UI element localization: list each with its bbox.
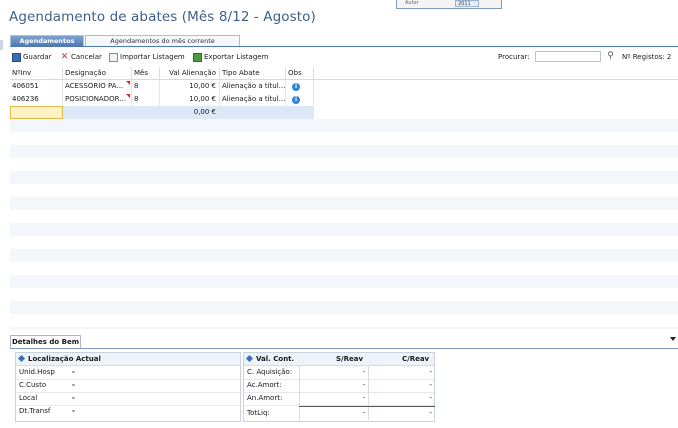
export-button[interactable]: Exportar Listagem — [193, 51, 268, 63]
cell-mes: 8 — [132, 80, 160, 93]
grid-header: NºInv Designação Mês Val Alienação Tipo … — [10, 67, 678, 80]
valor-label: C. Aquisição: — [247, 368, 293, 376]
valores-header: Val. Cont. S/Reav C/Reav — [244, 353, 434, 366]
page-title: Agendamento de abates (Mês 8/12 - Agosto… — [9, 9, 316, 25]
new-row[interactable]: 0,00 € — [10, 106, 314, 119]
save-label: Guardar — [23, 53, 52, 61]
col-header-val-alienacao[interactable]: Val Alienação — [160, 67, 220, 79]
detail-row: Dt.Transf - — [16, 405, 240, 418]
export-label: Exportar Listagem — [204, 53, 269, 61]
valor-c-reav: - — [429, 381, 432, 389]
valores-title: Val. Cont. — [256, 355, 295, 363]
background-window-fragment: Autor 2011 — [396, 0, 502, 9]
save-icon — [12, 52, 21, 62]
col-header-ninv[interactable]: NºInv — [10, 67, 63, 79]
cancel-icon: ✕ — [60, 51, 69, 62]
cell-mes: 8 — [132, 93, 160, 106]
valor-s-reav: - — [362, 381, 365, 389]
detail-label: Dt.Transf — [19, 407, 51, 415]
detail-label: Unid.Hosp — [19, 368, 55, 376]
cell-designacao: ACESSORIO PA... — [63, 80, 132, 93]
detail-row: Local - — [16, 392, 240, 406]
cell-val-alienacao: 10,00 € — [160, 93, 220, 106]
records-count-text: Nº Registos: 2 — [622, 53, 672, 61]
search-button[interactable]: ⚲ — [606, 52, 615, 61]
valor-label: An.Amort: — [247, 394, 283, 402]
detail-value: - — [72, 368, 75, 376]
col-header-c-reav: C/Reav — [402, 355, 430, 363]
valor-c-reav: - — [429, 368, 432, 376]
col-header-mes[interactable]: Mês — [132, 67, 160, 79]
cell-designacao-text: ACESSORIO PA... — [65, 82, 124, 90]
flag-icon — [126, 94, 130, 98]
detail-value: - — [72, 394, 75, 402]
search-input[interactable] — [535, 51, 601, 62]
valor-label: TotLiq: — [247, 409, 270, 417]
cell-designacao: POSICIONADOR... — [63, 93, 132, 106]
binoculars-icon: ⚲ — [607, 51, 614, 61]
cancel-button[interactable]: ✕ Cancelar — [60, 51, 102, 63]
diamond-icon — [245, 354, 254, 363]
cell-obs: i — [286, 80, 314, 93]
detail-label: Local — [19, 394, 38, 402]
window-edge — [0, 40, 3, 50]
valor-row: C. Aquisição: - - — [244, 366, 434, 380]
col-header-tipo-abate[interactable]: Tipo Abate — [220, 67, 286, 79]
diamond-icon — [17, 354, 26, 363]
col-header-designacao[interactable]: Designação — [63, 67, 132, 79]
cancel-label: Cancelar — [71, 53, 102, 61]
new-row-input-cell[interactable] — [10, 106, 63, 119]
detail-value: - — [72, 407, 75, 415]
detail-value: - — [72, 381, 75, 389]
valor-s-reav: - — [362, 368, 365, 376]
flag-icon — [126, 81, 130, 85]
detail-row: C.Custo - — [16, 379, 240, 393]
tab-detalhes-do-bem[interactable]: Detalhes do Bem — [10, 335, 81, 348]
fragment-right-field: 2011 — [455, 0, 479, 7]
collapse-chevron-icon[interactable] — [670, 337, 676, 341]
valor-c-reav: - — [429, 409, 432, 417]
table-row[interactable]: 406051 ACESSORIO PA... 8 10,00 € Alienaç… — [10, 80, 678, 93]
cell-ninv: 406051 — [10, 80, 63, 93]
cell-val-alienacao: 10,00 € — [160, 80, 220, 93]
localizacao-title: Localização Actual — [28, 355, 101, 363]
tab-underline — [10, 46, 678, 47]
agendamentos-grid: NºInv Designação Mês Val Alienação Tipo … — [10, 67, 678, 329]
valor-row: TotLiq: - - — [244, 407, 434, 420]
export-icon — [193, 52, 202, 62]
save-button[interactable]: Guardar — [12, 51, 52, 63]
cell-obs: i — [286, 93, 314, 106]
tab-agendamentos-mes-corrente[interactable]: Agendamentos do mês corrente — [85, 35, 240, 46]
valores-panel: Val. Cont. S/Reav C/Reav C. Aquisição: -… — [243, 352, 435, 422]
valor-row: Ac.Amort: - - — [244, 379, 434, 393]
new-row-total: 0,00 € — [160, 106, 220, 119]
detail-row: Unid.Hosp - — [16, 366, 240, 380]
col-header-s-reav: S/Reav — [336, 355, 364, 363]
tab-agendamentos[interactable]: Agendamentos — [10, 35, 84, 46]
info-icon[interactable]: i — [292, 96, 300, 104]
import-button[interactable]: Importar Listagem — [109, 51, 185, 63]
search-label: Procurar: — [498, 53, 530, 61]
fragment-left-text: Autor — [405, 0, 419, 6]
localizacao-header: Localização Actual — [16, 353, 240, 366]
detail-label: C.Custo — [19, 381, 47, 389]
localizacao-panel: Localização Actual Unid.Hosp - C.Custo -… — [15, 352, 241, 422]
info-icon[interactable]: i — [292, 83, 300, 91]
cell-ninv: 406236 — [10, 93, 63, 106]
details-tabbar: Detalhes do Bem — [10, 335, 678, 349]
valor-row: An.Amort: - - — [244, 392, 434, 406]
table-row[interactable]: 406236 POSICIONADOR... 8 10,00 € Alienaç… — [10, 93, 678, 106]
valor-label: Ac.Amort: — [247, 381, 282, 389]
valor-s-reav: - — [362, 409, 365, 417]
valor-c-reav: - — [429, 394, 432, 402]
toolbar: Guardar ✕ Cancelar Importar Listagem Exp… — [10, 50, 678, 64]
cell-designacao-text: POSICIONADOR... — [65, 95, 126, 103]
cell-tipo-abate: Alienação a títul... — [220, 93, 286, 106]
records-count-dropdown[interactable]: Nº Registos: 2 — [622, 51, 671, 63]
import-icon — [109, 52, 118, 62]
col-header-obs[interactable]: Obs — [286, 67, 314, 79]
cell-tipo-abate: Alienação a títul... — [220, 80, 286, 93]
import-label: Importar Listagem — [120, 53, 185, 61]
valor-s-reav: - — [362, 394, 365, 402]
